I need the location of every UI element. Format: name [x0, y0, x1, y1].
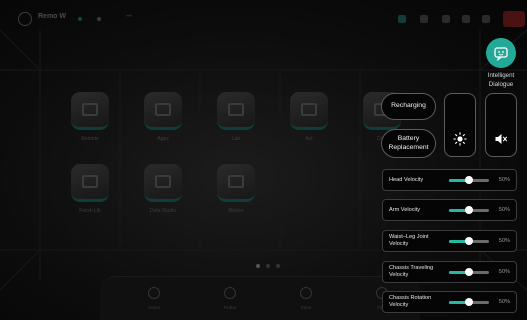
- app-tile[interactable]: Act: [282, 92, 336, 154]
- app-icon: [71, 92, 109, 130]
- app-tile[interactable]: Data Studio: [136, 164, 190, 226]
- waist-leg-velocity-label: Waist–Leg Joint Velocity: [389, 234, 429, 247]
- status-extra: •••: [126, 14, 133, 20]
- app-tile[interactable]: Finish Lib: [63, 164, 117, 226]
- device-name: Remo W: [38, 13, 66, 20]
- app-label: Lab: [231, 136, 241, 142]
- app-label: Data Studio: [149, 208, 177, 214]
- status-green-icon: [398, 15, 406, 23]
- chassis-traveling-velocity-slider[interactable]: [449, 268, 489, 276]
- brightness-icon: [453, 132, 467, 146]
- app-label: Motion: [228, 208, 244, 214]
- app-tile[interactable]: Lab: [209, 92, 263, 154]
- chassis-traveling-velocity-value: 50%: [498, 269, 510, 275]
- dock-label: Robot: [223, 305, 236, 310]
- dock-item-home[interactable]: Home: [132, 287, 176, 317]
- mute-icon: [495, 134, 508, 144]
- robot-icon: [224, 287, 236, 299]
- slider-handle[interactable]: [465, 176, 473, 184]
- user-icon[interactable]: [482, 15, 490, 23]
- brightness-slider[interactable]: [444, 93, 476, 157]
- dock-label: Store: [300, 305, 312, 310]
- intelligent-dialogue-button[interactable]: [486, 38, 516, 68]
- slider-handle[interactable]: [465, 237, 473, 245]
- app-tile[interactable]: Apps: [136, 92, 190, 154]
- app-tile[interactable]: Motion: [209, 164, 263, 226]
- chassis-traveling-velocity-control: Chassis Traveling Velocity 50%: [382, 261, 517, 283]
- slider-handle[interactable]: [465, 206, 473, 214]
- slider-handle[interactable]: [465, 298, 473, 306]
- arm-velocity-control: Arm Velocity 50%: [382, 199, 517, 221]
- dock-bar: Home Robot Store Files: [100, 276, 420, 320]
- app-label: Remote: [81, 136, 99, 142]
- robot-logo-icon: [18, 12, 32, 26]
- app-label: Act: [305, 136, 313, 142]
- chassis-rotation-velocity-label: Chassis Rotation Velocity: [389, 295, 432, 308]
- dock-item-store[interactable]: Store: [284, 287, 328, 317]
- status-bar: Remo W •••: [0, 8, 527, 30]
- app-icon: [217, 92, 255, 130]
- intelligent-dialogue-label: Intelligent Dialogue: [487, 72, 515, 88]
- chassis-traveling-velocity-label: Chassis Traveling Velocity: [389, 265, 434, 278]
- recharging-button[interactable]: Recharging: [381, 93, 436, 120]
- volume-slider[interactable]: [485, 93, 517, 157]
- arm-velocity-slider[interactable]: [449, 206, 489, 214]
- store-icon: [300, 287, 312, 299]
- connection-dot-icon: [78, 17, 82, 21]
- page-indicator[interactable]: [266, 264, 270, 268]
- dock-item-robot[interactable]: Robot: [208, 287, 252, 317]
- slider-handle[interactable]: [465, 268, 473, 276]
- waist-leg-velocity-control: Waist–Leg Joint Velocity 50%: [382, 230, 517, 252]
- app-label: Finish Lib: [79, 208, 101, 214]
- page-indicator[interactable]: [276, 264, 280, 268]
- app-icon: [144, 164, 182, 202]
- chassis-rotation-velocity-slider[interactable]: [449, 298, 489, 306]
- head-velocity-value: 50%: [498, 177, 510, 183]
- app-icon: [217, 164, 255, 202]
- app-icon: [71, 164, 109, 202]
- home-icon: [148, 287, 160, 299]
- battery-replacement-button[interactable]: Battery Replacement: [381, 129, 436, 158]
- head-velocity-control: Head Velocity 50%: [382, 169, 517, 191]
- waist-leg-velocity-slider[interactable]: [449, 237, 489, 245]
- indicator-dot-icon: [97, 17, 101, 21]
- wifi-icon: [420, 15, 428, 23]
- head-velocity-label: Head Velocity: [389, 176, 424, 183]
- app-icon: [144, 92, 182, 130]
- dock-label: Home: [147, 305, 160, 310]
- arm-velocity-value: 50%: [498, 207, 510, 213]
- settings-icon[interactable]: [462, 15, 470, 23]
- close-button[interactable]: [503, 11, 525, 27]
- signal-icon: [442, 15, 450, 23]
- app-icon: [290, 92, 328, 130]
- waist-leg-velocity-value: 50%: [498, 238, 510, 244]
- page-indicator-active[interactable]: [256, 264, 260, 268]
- app-tile[interactable]: Remote: [63, 92, 117, 154]
- head-velocity-slider[interactable]: [449, 176, 489, 184]
- app-label: Apps: [157, 136, 169, 142]
- chat-robot-icon: [494, 47, 508, 61]
- chassis-rotation-velocity-value: 50%: [498, 299, 510, 305]
- chassis-rotation-velocity-control: Chassis Rotation Velocity 50%: [382, 291, 517, 313]
- arm-velocity-label: Arm Velocity: [389, 206, 421, 213]
